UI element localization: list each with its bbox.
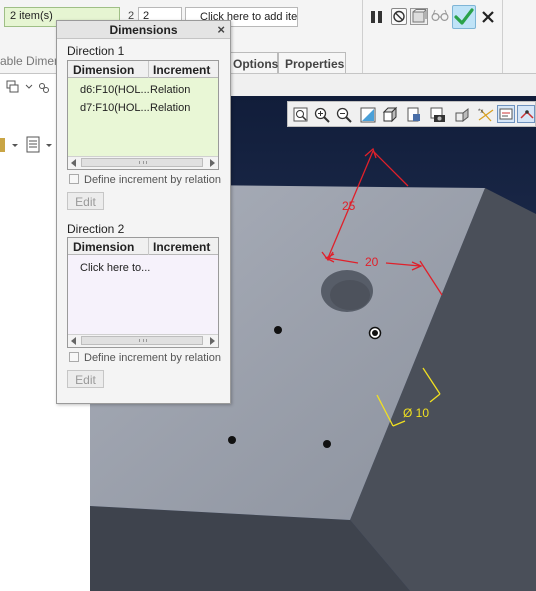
- checkbox-icon[interactable]: [69, 174, 79, 184]
- pause-icon: [378, 11, 382, 23]
- annotation-icon: [499, 108, 513, 120]
- column-dimension[interactable]: Dimension: [73, 63, 134, 77]
- scroll-thumb[interactable]: [81, 336, 203, 345]
- zoom-out-icon: [336, 107, 352, 123]
- table-row[interactable]: d7:F10(HOL... Relation: [68, 99, 218, 117]
- display-style-button[interactable]: [380, 105, 398, 123]
- tool-dropdown-icon[interactable]: [0, 136, 24, 157]
- direction2-table[interactable]: Dimension Increment Click here to...: [67, 237, 219, 348]
- dimension-20-label[interactable]: 20: [365, 255, 379, 269]
- pause-icon: [371, 11, 375, 23]
- horizontal-scrollbar[interactable]: [68, 334, 218, 347]
- spin-center-button[interactable]: [517, 105, 535, 123]
- mesh-preview-icon: [412, 9, 427, 23]
- perspective-button[interactable]: [452, 105, 470, 123]
- tab-dimensions-partial[interactable]: able Dimen: [0, 54, 61, 68]
- direction1-relation-checkbox[interactable]: Define increment by relation: [69, 174, 221, 186]
- pattern-point[interactable]: [274, 326, 282, 334]
- datum-display-button[interactable]: *x: [476, 105, 494, 123]
- camera-icon: [430, 107, 445, 122]
- pattern-point[interactable]: [228, 436, 236, 444]
- no-symbol-icon: [393, 10, 405, 23]
- dialog-title: Dimensions: [57, 21, 230, 39]
- scroll-thumb[interactable]: [81, 158, 203, 167]
- annotation-display-button[interactable]: [497, 105, 515, 123]
- pattern-point[interactable]: [323, 440, 331, 448]
- row-increment: Relation: [150, 102, 191, 114]
- verify-model-button[interactable]: [410, 8, 428, 25]
- no-preview-button[interactable]: [391, 8, 407, 25]
- refit-button[interactable]: [291, 105, 309, 123]
- zoom-in-button[interactable]: [312, 105, 330, 123]
- settings-icon[interactable]: [38, 82, 50, 97]
- column-increment[interactable]: Increment: [153, 63, 210, 77]
- toolbar-divider: [362, 0, 363, 74]
- table-row[interactable]: d6:F10(HOL... Relation: [68, 81, 218, 99]
- preview-button[interactable]: [431, 9, 449, 25]
- row-increment: Relation: [150, 84, 191, 96]
- perspective-icon: [455, 107, 469, 123]
- direction1-label: Direction 1: [67, 44, 125, 58]
- close-icon: [482, 11, 494, 23]
- svg-text:*x: *x: [478, 109, 483, 115]
- zoom-out-button[interactable]: [334, 105, 352, 123]
- pattern-point-selected-core: [372, 330, 378, 336]
- document-icon[interactable]: [26, 136, 58, 157]
- tab-properties[interactable]: Properties: [278, 52, 346, 74]
- apply-button[interactable]: [452, 5, 476, 29]
- dimensions-dialog: Dimensions × Direction 1 Dimension Incre…: [56, 20, 231, 404]
- saved-views-button[interactable]: [404, 105, 422, 123]
- zoom-in-icon: [314, 107, 330, 123]
- row-dimension: d7:F10(HOL...: [80, 102, 150, 114]
- scroll-right-icon[interactable]: [210, 159, 215, 167]
- repaint-icon: [360, 107, 376, 123]
- spin-center-icon: [520, 110, 534, 119]
- tree-view-icon[interactable]: [6, 80, 36, 97]
- repaint-button[interactable]: [358, 105, 376, 123]
- direction2-edit-button[interactable]: Edit: [67, 370, 104, 388]
- direction1-edit-button[interactable]: Edit: [67, 192, 104, 210]
- graphics-toolbar: *x: [287, 101, 536, 127]
- direction1-table[interactable]: Dimension Increment d6:F10(HOL... Relati…: [67, 60, 219, 170]
- direction2-relation-checkbox[interactable]: Define increment by relation: [69, 352, 221, 364]
- refit-icon: [293, 107, 308, 122]
- scroll-left-icon[interactable]: [71, 159, 76, 167]
- toolbar-divider: [502, 0, 503, 74]
- direction2-label: Direction 2: [67, 222, 125, 236]
- table-header: Dimension Increment: [68, 61, 218, 78]
- scroll-right-icon[interactable]: [210, 337, 215, 345]
- cancel-button[interactable]: [481, 10, 495, 24]
- checkbox-label: Define increment by relation: [84, 352, 221, 364]
- checkmark-icon: [454, 8, 474, 25]
- add-dimension-row[interactable]: Click here to...: [68, 259, 218, 277]
- row-dimension: d6:F10(HOL...: [80, 84, 150, 96]
- horizontal-scrollbar[interactable]: [68, 156, 218, 169]
- scroll-left-icon[interactable]: [71, 337, 76, 345]
- column-increment[interactable]: Increment: [153, 240, 210, 254]
- dimension-25-label[interactable]: 25: [342, 199, 356, 213]
- row-placeholder: Click here to...: [80, 262, 151, 274]
- view-manager-button[interactable]: [428, 105, 446, 123]
- tab-options[interactable]: Options: [226, 52, 278, 74]
- close-icon[interactable]: ×: [217, 23, 225, 37]
- glasses-icon: [431, 9, 449, 22]
- dimension-diameter-label[interactable]: Ø 10: [403, 406, 429, 420]
- table-header: Dimension Increment: [68, 238, 218, 255]
- checkbox-icon[interactable]: [69, 352, 79, 362]
- column-dimension[interactable]: Dimension: [73, 240, 134, 254]
- checkbox-label: Define increment by relation: [84, 174, 221, 186]
- datum-axes-icon: *x: [478, 109, 494, 122]
- hole-inner: [330, 280, 370, 310]
- saved-views-icon: [407, 107, 420, 122]
- pause-button[interactable]: [370, 9, 384, 25]
- cube-icon: [382, 106, 398, 123]
